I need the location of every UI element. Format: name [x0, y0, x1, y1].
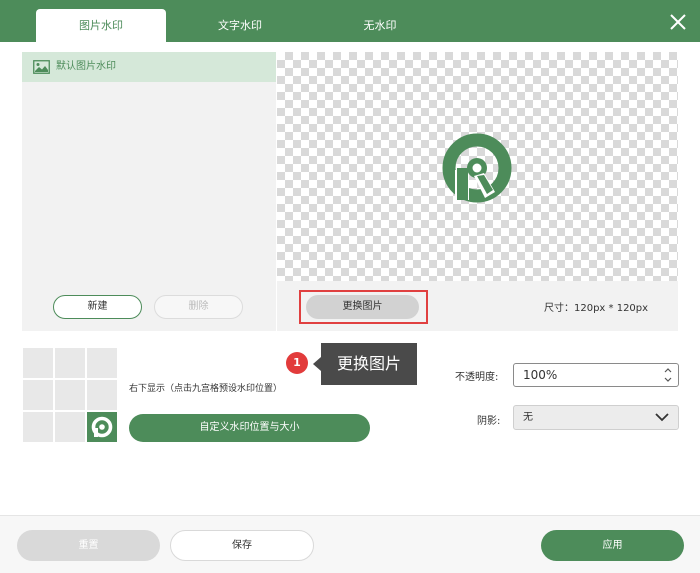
grid-cell-top-left[interactable]	[23, 348, 53, 378]
image-icon	[33, 60, 50, 74]
tab-text-watermark[interactable]: 文字水印	[175, 9, 305, 42]
step-badge: 1	[286, 352, 308, 374]
opacity-stepper[interactable]: 100%	[513, 363, 679, 387]
footer-bar: 重置 保存 应用	[0, 515, 700, 573]
save-button[interactable]: 保存	[170, 530, 314, 561]
close-icon[interactable]	[668, 12, 688, 32]
position-grid	[23, 348, 117, 442]
tab-no-watermark[interactable]: 无水印	[315, 9, 445, 42]
opacity-label: 不透明度:	[455, 372, 499, 383]
grid-cell-top-right[interactable]	[87, 348, 117, 378]
shadow-select[interactable]: 无	[513, 405, 679, 430]
watermark-logo-icon	[91, 416, 113, 438]
grid-cell-bottom-center[interactable]	[55, 412, 85, 442]
size-label: 尺寸：120px * 120px	[544, 303, 649, 314]
grid-cell-middle-left[interactable]	[23, 380, 53, 410]
change-image-button[interactable]: 更换图片	[306, 295, 419, 319]
chevron-up-icon[interactable]	[663, 365, 673, 375]
callout-arrow	[313, 357, 321, 371]
watermark-preview	[277, 52, 678, 281]
grid-cell-bottom-right[interactable]	[87, 412, 117, 442]
delete-button[interactable]: 删除	[154, 295, 243, 319]
custom-position-button[interactable]: 自定义水印位置与大小	[129, 414, 370, 442]
position-description: 右下显示（点击九宫格预设水印位置）	[129, 384, 283, 394]
grid-cell-bottom-left[interactable]	[23, 412, 53, 442]
callout-tooltip: 更换图片	[321, 343, 417, 385]
shadow-value: 无	[523, 412, 533, 423]
list-item-label: 默认图片水印	[56, 61, 116, 72]
list-item[interactable]: 默认图片水印	[22, 52, 276, 82]
title-bar: 图片水印 文字水印 无水印	[0, 0, 700, 42]
shadow-label: 阴影:	[477, 416, 501, 427]
new-button[interactable]: 新建	[53, 295, 142, 319]
opacity-value: 100%	[523, 368, 558, 382]
grid-cell-top-center[interactable]	[55, 348, 85, 378]
reset-button[interactable]: 重置	[17, 530, 160, 561]
tab-image-watermark[interactable]: 图片水印	[36, 9, 166, 42]
grid-cell-middle-center[interactable]	[55, 380, 85, 410]
chevron-down-icon[interactable]	[663, 375, 673, 385]
grid-cell-middle-right[interactable]	[87, 380, 117, 410]
watermark-logo-icon	[442, 133, 512, 203]
chevron-down-icon	[655, 413, 669, 422]
preview-toolbar: 更换图片 尺寸：120px * 120px	[277, 281, 678, 331]
watermark-list: 默认图片水印	[22, 52, 276, 331]
apply-button[interactable]: 应用	[541, 530, 684, 561]
